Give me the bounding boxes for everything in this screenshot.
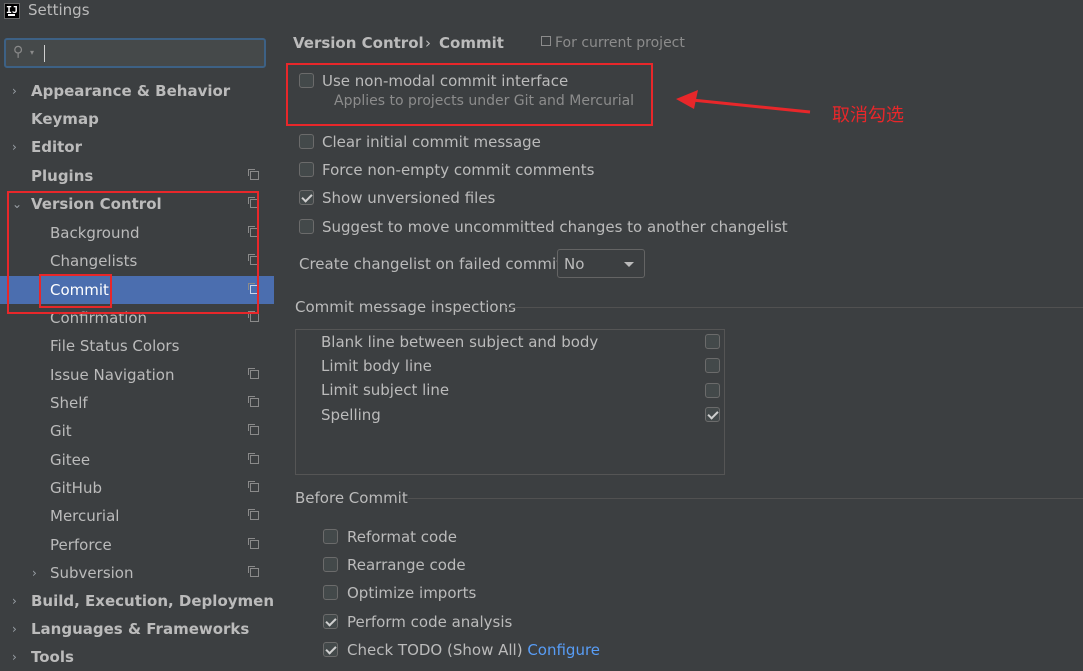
tree-item-appearance-behavior[interactable]: › Appearance & Behavior — [0, 77, 274, 105]
changelist-failed-dropdown[interactable]: No — [557, 249, 645, 278]
tree-item-github[interactable]: GitHub — [0, 474, 274, 502]
tree-item-file-status-colors[interactable]: File Status Colors — [0, 332, 274, 360]
tree-item-shelf[interactable]: Shelf — [0, 389, 274, 417]
tree-item-plugins[interactable]: Plugins — [0, 162, 274, 190]
project-level-icon — [248, 538, 259, 549]
project-level-icon — [248, 566, 259, 577]
tree-item-subversion[interactable]: › Subversion — [0, 559, 274, 587]
scope-label: For current project — [541, 35, 685, 51]
annotation-arrow-icon — [676, 90, 811, 114]
tree-item-languages-frameworks[interactable]: › Languages & Frameworks — [0, 615, 274, 643]
rearrange-code-label: Rearrange code — [347, 556, 466, 574]
search-input[interactable] — [50, 42, 250, 64]
show-unversioned-label: Show unversioned files — [322, 189, 496, 207]
tree-item-build-execution-deployment[interactable]: › Build, Execution, Deployment — [0, 587, 281, 615]
chevron-right-icon[interactable]: › — [12, 643, 17, 671]
before-commit-section-title: Before Commit — [295, 489, 408, 507]
force-nonempty-comments-checkbox[interactable] — [299, 162, 314, 177]
clear-initial-message-label: Clear initial commit message — [322, 133, 541, 151]
settings-sidebar: ⚲ ▾ › Appearance & Behavior Keymap › Edi… — [0, 23, 281, 666]
check-todo-checkbox[interactable] — [323, 642, 338, 657]
section-divider — [506, 307, 1083, 308]
window-title: Settings — [28, 1, 90, 19]
show-unversioned-checkbox[interactable] — [299, 190, 314, 205]
search-history-dropdown-icon[interactable]: ▾ — [30, 48, 34, 57]
chevron-right-icon[interactable]: › — [32, 559, 37, 587]
annotation-highlight-non-modal — [286, 63, 653, 126]
suggest-move-label: Suggest to move uncommitted changes to a… — [322, 218, 788, 236]
tree-item-gitee[interactable]: Gitee — [0, 446, 274, 474]
text-cursor — [44, 45, 45, 62]
breadcrumb-version-control[interactable]: Version Control — [293, 34, 424, 52]
chevron-right-icon[interactable]: › — [12, 587, 17, 615]
project-level-icon — [248, 453, 259, 464]
tree-item-issue-navigation[interactable]: Issue Navigation — [0, 361, 274, 389]
inspections-section-title: Commit message inspections — [295, 298, 516, 316]
project-level-icon — [248, 481, 259, 492]
annotation-highlight-commit — [39, 274, 112, 308]
inspection-limit-body-checkbox[interactable] — [705, 358, 720, 373]
inspection-blank-line-checkbox[interactable] — [705, 334, 720, 349]
project-level-icon — [248, 311, 259, 322]
reformat-code-checkbox[interactable] — [323, 529, 338, 544]
tree-item-mercurial[interactable]: Mercurial — [0, 502, 274, 530]
tree-item-git[interactable]: Git — [0, 417, 274, 445]
perform-code-analysis-checkbox[interactable] — [323, 614, 338, 629]
annotation-note: 取消勾选 — [832, 105, 904, 126]
settings-search-field[interactable]: ⚲ ▾ — [4, 38, 266, 68]
optimize-imports-label: Optimize imports — [347, 584, 477, 602]
search-icon: ⚲ — [13, 44, 24, 60]
tree-item-perforce[interactable]: Perforce — [0, 531, 274, 559]
section-divider — [408, 498, 1083, 499]
inspection-limit-subject-checkbox[interactable] — [705, 383, 720, 398]
project-level-icon — [248, 169, 259, 180]
suggest-move-checkbox[interactable] — [299, 219, 314, 234]
chevron-right-icon[interactable]: › — [12, 77, 17, 105]
inspection-limit-body-label: Limit body line — [321, 357, 432, 375]
reformat-code-label: Reformat code — [347, 528, 457, 546]
force-nonempty-comments-label: Force non-empty commit comments — [322, 161, 595, 179]
perform-code-analysis-label: Perform code analysis — [347, 613, 513, 631]
breadcrumb-separator: › — [425, 34, 431, 52]
clear-initial-message-checkbox[interactable] — [299, 134, 314, 149]
project-level-icon — [248, 396, 259, 407]
tree-item-tools[interactable]: › Tools — [0, 643, 274, 671]
tree-item-keymap[interactable]: Keymap — [0, 105, 274, 133]
chevron-right-icon[interactable]: › — [12, 615, 17, 643]
tree-item-editor[interactable]: › Editor — [0, 133, 274, 161]
project-level-icon — [248, 509, 259, 520]
project-level-icon — [248, 424, 259, 435]
inspection-spelling-label: Spelling — [321, 406, 381, 424]
inspection-blank-line-label: Blank line between subject and body — [321, 333, 599, 351]
inspection-spelling-checkbox[interactable] — [705, 407, 720, 422]
chevron-down-icon — [624, 262, 634, 267]
inspections-list: Blank line between subject and body Limi… — [295, 329, 725, 475]
project-level-icon — [541, 36, 551, 46]
optimize-imports-checkbox[interactable] — [323, 585, 338, 600]
chevron-right-icon[interactable]: › — [12, 133, 17, 161]
project-level-icon — [248, 368, 259, 379]
rearrange-code-checkbox[interactable] — [323, 557, 338, 572]
changelist-failed-label: Create changelist on failed commit: — [299, 255, 568, 273]
title-bar: IJ Settings — [0, 0, 1083, 23]
intellij-app-icon: IJ — [4, 3, 20, 19]
check-todo-label: Check TODO (Show All) Configure — [347, 641, 601, 659]
page-title: Commit — [439, 34, 504, 52]
inspection-limit-subject-label: Limit subject line — [321, 381, 450, 399]
configure-todo-link[interactable]: Configure — [527, 641, 600, 659]
